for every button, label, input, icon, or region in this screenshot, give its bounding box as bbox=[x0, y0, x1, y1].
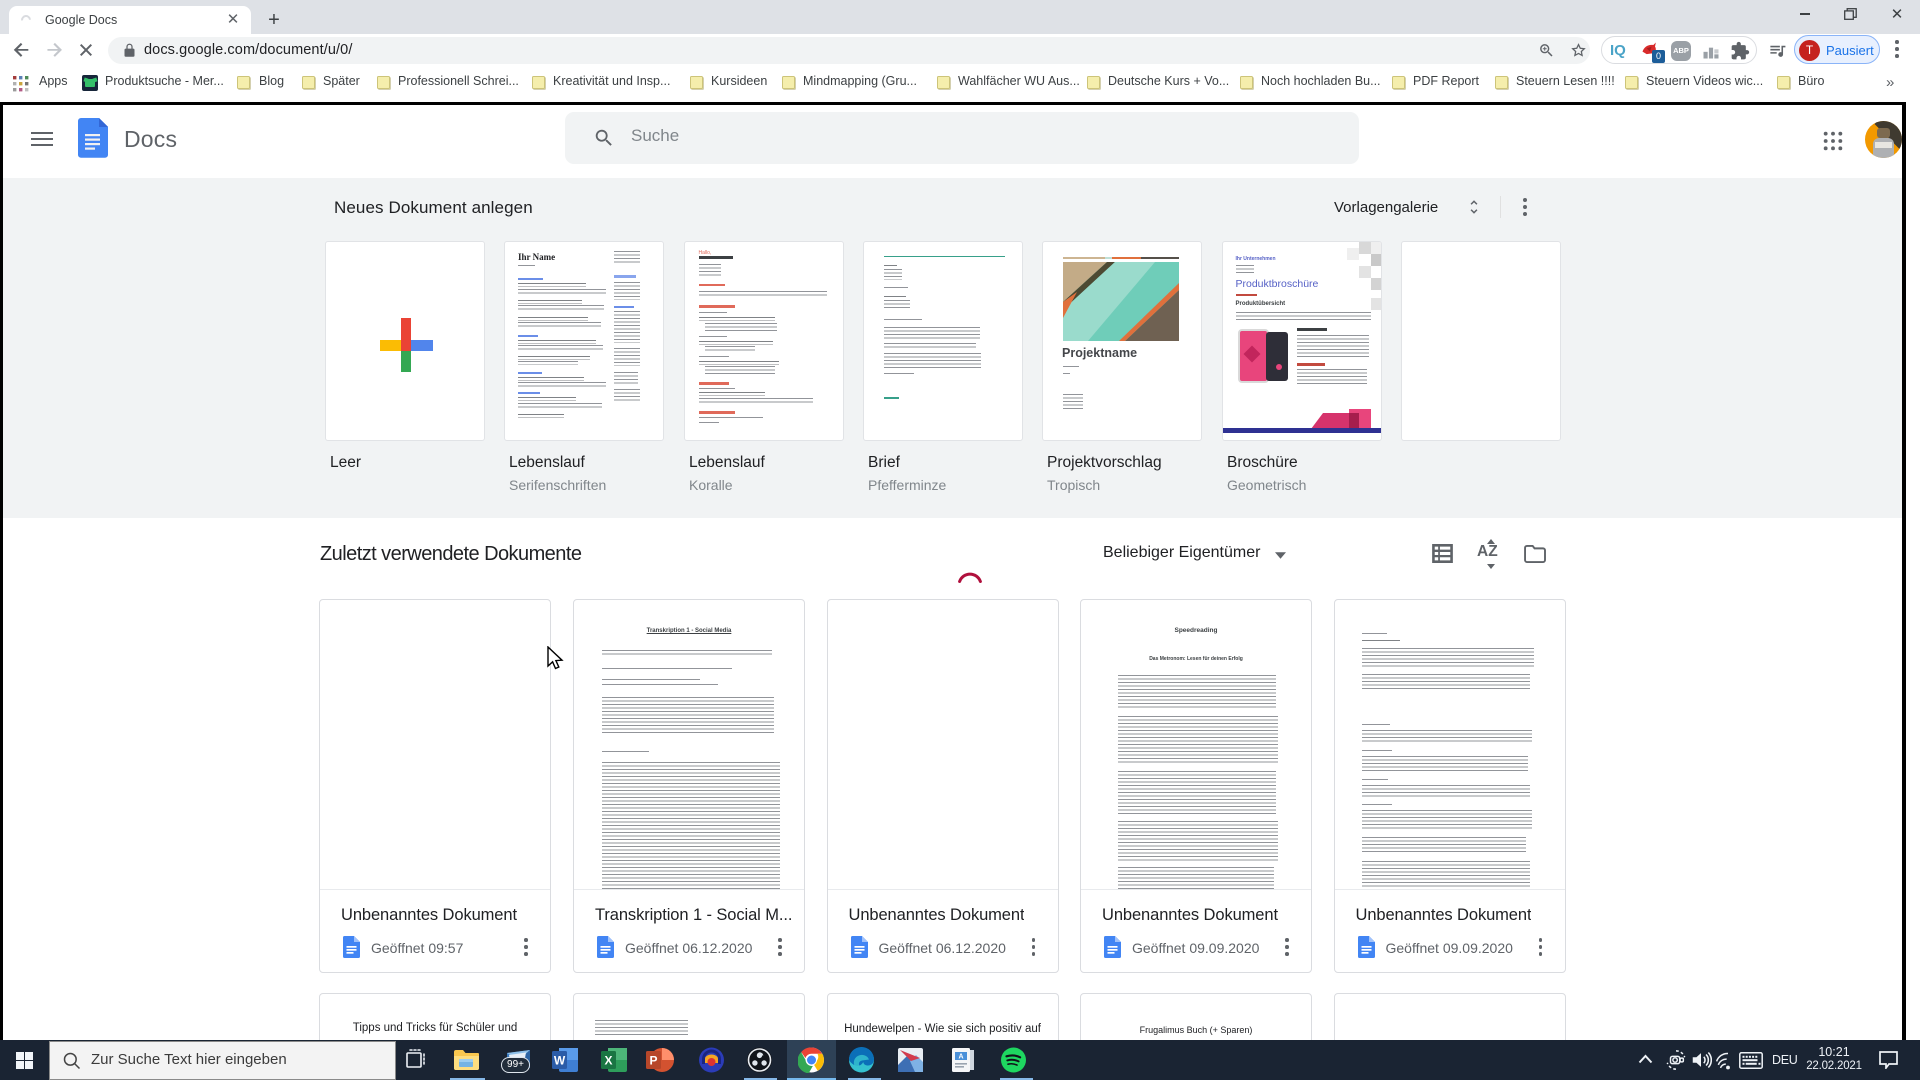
svg-text:P: P bbox=[649, 1054, 657, 1068]
svg-text:W: W bbox=[554, 1054, 566, 1068]
svg-text:A: A bbox=[958, 1054, 963, 1061]
svg-text:X: X bbox=[604, 1054, 612, 1068]
